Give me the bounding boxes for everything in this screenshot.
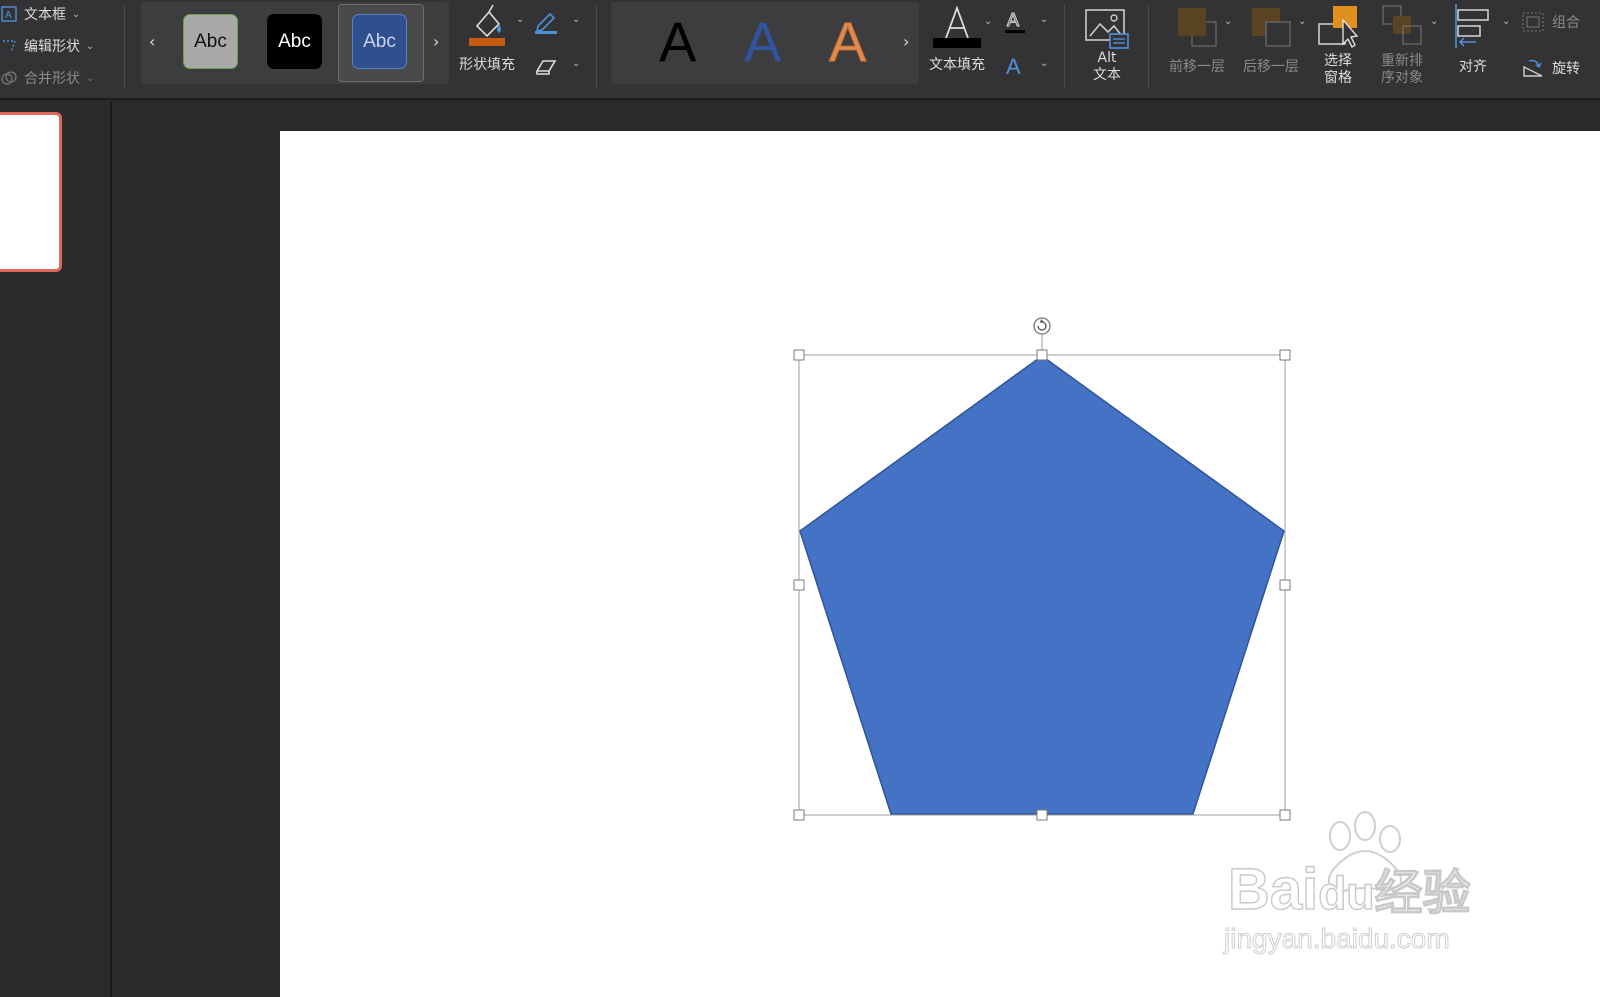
edit-shape-button[interactable]: 编辑形状 ⌄ (0, 32, 94, 60)
shape-outline-button[interactable] (533, 8, 559, 38)
alt-text-icon (1085, 9, 1129, 49)
chevron-down-icon[interactable]: ⌄ (1298, 16, 1306, 27)
resize-handle-sw[interactable] (793, 809, 805, 821)
chevron-down-icon[interactable]: ⌄ (1040, 14, 1048, 25)
resize-handle-e[interactable] (1279, 579, 1291, 591)
reorder-objects-icon (1382, 5, 1422, 45)
chevron-down-icon[interactable]: ⌄ (72, 9, 80, 20)
text-fill-icon (933, 5, 981, 48)
align-icon (1455, 4, 1489, 48)
rotate-icon (1520, 59, 1546, 77)
bring-forward-icon (1178, 8, 1217, 47)
resize-handle-ne[interactable] (1279, 349, 1291, 361)
chevron-down-icon[interactable]: ⌄ (86, 41, 94, 52)
svg-text:A: A (1006, 54, 1021, 79)
align-button[interactable]: 对齐 (1442, 2, 1504, 76)
rotate-button[interactable]: 旋转 (1520, 54, 1580, 82)
resize-handle-s[interactable] (1036, 809, 1048, 821)
shape-style-gallery: ‹ Abc Abc Abc › (141, 2, 449, 84)
ribbon: A 文本框 ⌄ 编辑形状 ⌄ 合并形状 ⌄ ‹ Abc Abc Abc › 形状… (0, 0, 1600, 100)
group-icon (1520, 12, 1546, 32)
selection-pane-button[interactable]: 选择 窗格 (1310, 2, 1366, 87)
slide-canvas[interactable]: Baidu经验 jingyan.baidu.com (280, 131, 1600, 997)
resize-handle-w[interactable] (793, 579, 805, 591)
gallery-next-icon[interactable]: › (433, 32, 439, 51)
svg-text:A: A (5, 10, 12, 21)
reorder-objects-button[interactable]: 重新排 序对象 (1370, 2, 1434, 87)
alt-text-label-line1: Alt (1097, 50, 1117, 66)
text-effects-button[interactable]: A (1003, 52, 1027, 84)
text-outline-icon: A (1005, 10, 1025, 33)
alt-text-button[interactable]: Alt 文本 (1080, 6, 1134, 84)
merge-shapes-label: 合并形状 (24, 71, 80, 87)
group-label: 组合 (1552, 15, 1580, 31)
send-backward-button[interactable]: 后移一层 (1236, 4, 1306, 76)
text-fill-label: 文本填充 (929, 57, 985, 73)
chevron-down-icon[interactable]: ⌄ (572, 58, 580, 69)
gallery-prev-icon[interactable]: ‹ (149, 32, 155, 51)
slide-thumbnail-panel (0, 102, 112, 997)
svg-text:A: A (1007, 10, 1019, 30)
shape-style-preset[interactable]: Abc (267, 14, 322, 69)
resize-handle-se[interactable] (1279, 809, 1291, 821)
selection-pane-icon (1318, 6, 1359, 49)
shape-style-preset[interactable]: Abc (183, 14, 238, 69)
pen-outline-icon (535, 12, 557, 34)
shape-effects-icon (535, 60, 557, 75)
edit-shape-icon (0, 37, 18, 55)
rotate-label: 旋转 (1552, 61, 1580, 77)
bring-forward-label: 前移一层 (1169, 59, 1225, 75)
text-effects-icon: A (1006, 54, 1021, 79)
shape-effects-button[interactable] (533, 56, 559, 82)
reorder-objects-label-line1: 重新排 (1381, 53, 1423, 69)
wordart-style-blue[interactable]: A (744, 14, 781, 70)
text-box-button[interactable]: A 文本框 ⌄ (0, 0, 80, 28)
shape-fill-label: 形状填充 (459, 57, 515, 73)
divider (1064, 4, 1065, 88)
wordart-style-gallery: A A A › (611, 2, 919, 84)
shape-fill-button[interactable]: 形状填充 (454, 2, 520, 74)
chevron-down-icon[interactable]: ⌄ (572, 14, 580, 25)
resize-handle-n[interactable] (1036, 349, 1048, 361)
chevron-down-icon[interactable]: ⌄ (516, 14, 524, 25)
chevron-down-icon[interactable]: ⌄ (1430, 16, 1438, 27)
merge-shapes-button[interactable]: 合并形状 ⌄ (0, 64, 94, 92)
selection-pane-label-line2: 窗格 (1324, 70, 1352, 86)
reorder-objects-label-line2: 序对象 (1381, 70, 1423, 86)
shape-style-preset[interactable]: Abc (352, 14, 407, 69)
text-outline-button[interactable]: A (1003, 8, 1027, 38)
chevron-down-icon[interactable]: ⌄ (1040, 58, 1048, 69)
edit-shape-label: 编辑形状 (24, 39, 80, 55)
align-label: 对齐 (1459, 59, 1487, 75)
chevron-down-icon[interactable]: ⌄ (1224, 16, 1232, 27)
rotation-handle[interactable] (1033, 317, 1051, 335)
divider (596, 4, 597, 88)
paint-bucket-icon (469, 4, 505, 46)
text-box-label: 文本框 (24, 7, 66, 23)
slide-thumbnail-selected[interactable] (0, 112, 62, 272)
watermark-url: jingyan.baidu.com (1224, 923, 1451, 955)
chevron-down-icon[interactable]: ⌄ (86, 73, 94, 84)
send-backward-icon (1252, 8, 1291, 47)
text-fill-button[interactable]: 文本填充 (924, 0, 990, 74)
bring-forward-button[interactable]: 前移一层 (1162, 4, 1232, 76)
alt-text-label-line2: 文本 (1093, 67, 1121, 83)
resize-handle-nw[interactable] (793, 349, 805, 361)
chevron-down-icon[interactable]: ⌄ (984, 16, 992, 27)
send-backward-label: 后移一层 (1243, 59, 1299, 75)
selection-pane-label-line1: 选择 (1324, 53, 1352, 69)
wordart-style-orange[interactable]: A (828, 13, 866, 70)
pentagon-shape[interactable] (799, 355, 1285, 815)
divider (124, 4, 125, 88)
gallery-next-icon[interactable]: › (903, 32, 909, 51)
group-button[interactable]: 组合 (1520, 8, 1580, 36)
wordart-style-black[interactable]: A (659, 14, 696, 70)
divider (1148, 4, 1149, 88)
watermark-brand: Baidu经验 (1227, 857, 1471, 922)
chevron-down-icon[interactable]: ⌄ (1502, 16, 1510, 27)
merge-shapes-icon (0, 69, 18, 87)
text-box-icon: A (0, 5, 18, 23)
